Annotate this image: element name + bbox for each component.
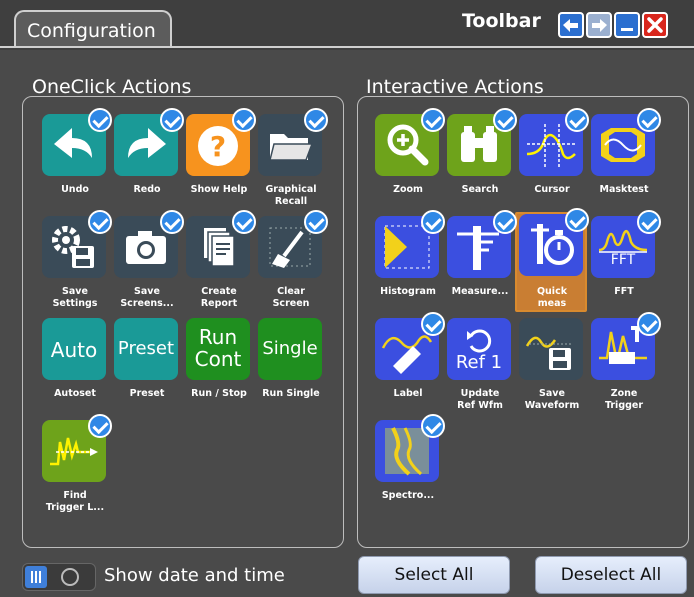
checkmark-icon bbox=[160, 210, 184, 234]
action-label: Redo bbox=[133, 184, 161, 195]
action-label: Undo bbox=[61, 184, 89, 195]
checkmark-icon bbox=[304, 210, 328, 234]
tab-configuration[interactable]: Configuration bbox=[14, 10, 172, 48]
action-label: Graphical Recall bbox=[265, 184, 317, 207]
preset-icon: Preset bbox=[114, 318, 178, 380]
action-label: Histogram bbox=[380, 286, 436, 297]
checkmark-icon bbox=[637, 108, 661, 132]
action-label: Search bbox=[461, 184, 499, 195]
action-label: FFT bbox=[614, 286, 634, 297]
action-label: Preset bbox=[129, 388, 165, 399]
oneclick-title: OneClick Actions bbox=[32, 76, 192, 98]
show-date-time-label: Show date and time bbox=[104, 565, 285, 586]
interactive-title: Interactive Actions bbox=[366, 76, 544, 98]
checkmark-icon bbox=[493, 210, 517, 234]
close-icon bbox=[647, 17, 663, 33]
refresh-icon: Ref 1 bbox=[447, 318, 511, 380]
action-label: Run / Stop bbox=[191, 388, 247, 399]
action-label: Masktest bbox=[599, 184, 649, 195]
checkmark-icon bbox=[637, 312, 661, 336]
run-stop-icon: Run Cont bbox=[186, 318, 250, 380]
checkmark-icon bbox=[232, 108, 256, 132]
action-label: Zone Trigger bbox=[604, 388, 644, 411]
checkmark-icon bbox=[637, 210, 661, 234]
checkmark-icon bbox=[565, 208, 589, 232]
close-button[interactable] bbox=[642, 12, 668, 38]
action-label: Create Report bbox=[200, 286, 238, 309]
autoset-icon: Auto bbox=[42, 318, 106, 380]
checkmark-icon bbox=[160, 108, 184, 132]
tab-label: Configuration bbox=[27, 20, 156, 42]
toolbar-undo-button[interactable] bbox=[558, 12, 584, 38]
action-label: Autoset bbox=[54, 388, 96, 399]
action-label: Measure... bbox=[451, 286, 509, 297]
show-date-time-toggle[interactable] bbox=[22, 563, 96, 591]
minimize-button[interactable] bbox=[614, 12, 640, 38]
action-label: Find Trigger L... bbox=[45, 490, 105, 513]
checkmark-icon bbox=[421, 108, 445, 132]
action-label: Quick meas bbox=[536, 286, 568, 309]
action-label: Zoom bbox=[393, 184, 423, 195]
svg-text:?: ? bbox=[210, 130, 226, 163]
checkmark-icon bbox=[565, 108, 589, 132]
run-stop-icon-text: Run Cont bbox=[194, 325, 242, 371]
action-label: Show Help bbox=[190, 184, 248, 195]
action-label: Save Waveform bbox=[524, 388, 580, 411]
checkmark-icon bbox=[88, 414, 112, 438]
autoset-icon-text: Auto bbox=[50, 338, 98, 362]
redo-icon bbox=[592, 19, 607, 32]
tab-divider bbox=[0, 46, 694, 48]
toggle-off-circle bbox=[61, 568, 79, 586]
checkmark-icon bbox=[304, 108, 328, 132]
action-label: Save Settings bbox=[52, 286, 98, 309]
save-waveform-icon bbox=[519, 318, 583, 380]
ref-icon-text: Ref 1 bbox=[455, 352, 503, 373]
checkmark-icon bbox=[493, 108, 517, 132]
select-all-button[interactable]: Select All bbox=[358, 556, 510, 594]
checkmark-icon bbox=[88, 210, 112, 234]
minimize-icon bbox=[621, 28, 633, 31]
run-single-icon-text: Single bbox=[262, 338, 318, 359]
undo-icon bbox=[563, 19, 578, 32]
checkmark-icon bbox=[421, 312, 445, 336]
preset-icon-text: Preset bbox=[117, 338, 175, 359]
action-label: Run Single bbox=[262, 388, 320, 399]
action-label: Clear Screen bbox=[272, 286, 310, 309]
fft-icon-text: FFT bbox=[610, 252, 636, 268]
action-label: Cursor bbox=[534, 184, 570, 195]
checkmark-icon bbox=[88, 108, 112, 132]
toggle-on-knob bbox=[25, 566, 47, 588]
checkmark-icon bbox=[421, 414, 445, 438]
deselect-all-button[interactable]: Deselect All bbox=[535, 556, 687, 594]
action-label: Label bbox=[393, 388, 423, 399]
checkmark-icon bbox=[232, 210, 256, 234]
toolbar-redo-button[interactable] bbox=[586, 12, 612, 38]
action-label: Spectro... bbox=[381, 490, 435, 501]
checkmark-icon bbox=[421, 210, 445, 234]
toolbar-label: Toolbar bbox=[462, 10, 541, 32]
action-label: Save Screens... bbox=[120, 286, 174, 309]
run-single-icon: Single bbox=[258, 318, 322, 380]
action-label: Update Ref Wfm bbox=[457, 388, 503, 411]
